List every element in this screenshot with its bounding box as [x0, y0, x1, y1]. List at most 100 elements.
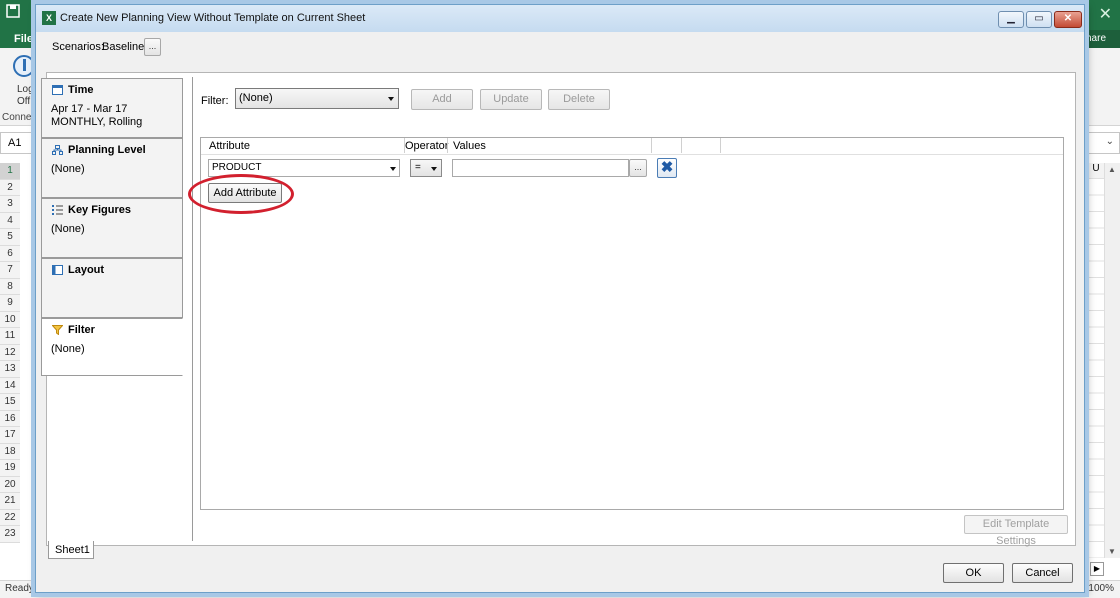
nav-title: Time [68, 84, 94, 96]
header-separator [201, 154, 1063, 155]
logoff-label: Log Off [17, 84, 34, 107]
row-header[interactable]: 17 [0, 427, 20, 444]
row-header[interactable]: 15 [0, 394, 20, 411]
row-header[interactable]: 21 [0, 493, 20, 510]
column-header-values: Values [453, 140, 486, 152]
maximize-button[interactable]: ▭ [1026, 11, 1052, 28]
nav-title: Planning Level [68, 144, 146, 156]
dialog-title-bar: X Create New Planning View Without Templ… [36, 5, 1084, 32]
row-header[interactable]: 12 [0, 344, 20, 361]
chevron-down-icon [390, 167, 396, 171]
nav-subtitle: Apr 17 - Mar 17 [51, 103, 128, 115]
dialog-close-button[interactable]: ✕ [1054, 11, 1082, 28]
nav-item-key-figures[interactable]: Key Figures (None) [41, 198, 183, 258]
chevron-down-icon[interactable]: ⌄ [1106, 136, 1114, 147]
nav-title: Filter [68, 324, 95, 336]
dialog-title: Create New Planning View Without Templat… [60, 12, 366, 24]
scroll-up-icon[interactable]: ▲ [1108, 165, 1116, 174]
row-header[interactable]: 14 [0, 377, 20, 394]
connection-group-label: Connec [2, 112, 37, 123]
vertical-scrollbar[interactable]: ▲ ▼ [1104, 163, 1120, 558]
attribute-value: PRODUCT [212, 162, 262, 173]
remove-attribute-button[interactable]: ✖ [657, 158, 677, 178]
funnel-icon [52, 325, 63, 335]
nav-item-time[interactable]: Time Apr 17 - Mar 17 MONTHLY, Rolling [41, 78, 183, 138]
operator-value: = [415, 162, 421, 173]
edit-template-settings-button[interactable]: Edit Template Settings [964, 515, 1068, 547]
layout-icon [52, 265, 63, 275]
column-header-attribute: Attribute [209, 140, 250, 152]
name-box[interactable]: A1 [0, 132, 34, 154]
calendar-icon [52, 85, 63, 95]
file-tab[interactable]: File [14, 33, 33, 45]
sheet-tab[interactable]: Sheet1 [48, 541, 94, 559]
nav-item-planning-level[interactable]: Planning Level (None) [41, 138, 183, 198]
operator-dropdown[interactable]: = [410, 159, 442, 177]
column-divider [404, 138, 405, 153]
ok-button[interactable]: OK [943, 563, 1004, 583]
row-header[interactable]: 16 [0, 410, 20, 427]
logoff-icon[interactable] [13, 55, 35, 77]
close-icon[interactable]: ✕ [1099, 4, 1112, 24]
row-header[interactable]: 10 [0, 311, 20, 328]
scroll-right-icon[interactable]: ▶ [1090, 562, 1104, 576]
highlight-annotation [188, 174, 294, 214]
row-header[interactable]: 2 [0, 179, 20, 196]
nav-item-filter[interactable]: Filter (None) [41, 318, 183, 376]
save-icon[interactable] [4, 4, 22, 22]
delete-filter-button[interactable]: Delete [548, 89, 610, 110]
row-header[interactable]: 22 [0, 509, 20, 526]
row-header[interactable]: 19 [0, 460, 20, 477]
column-header-u[interactable]: U [1088, 163, 1104, 178]
column-divider [447, 138, 448, 153]
row-header[interactable]: 3 [0, 196, 20, 213]
column-divider [681, 138, 682, 153]
scenarios-value: Baseline [102, 41, 145, 53]
nav-subtitle: (None) [51, 163, 85, 175]
minimize-button[interactable]: ▁ [998, 11, 1024, 28]
row-header[interactable]: 11 [0, 328, 20, 345]
column-divider [651, 138, 652, 153]
row-header[interactable]: 5 [0, 229, 20, 246]
delete-x-icon: ✖ [660, 159, 674, 176]
row-header[interactable]: 18 [0, 443, 20, 460]
nav-subtitle: MONTHLY, Rolling [51, 116, 143, 128]
column-divider [720, 138, 721, 153]
status-ready: Ready [5, 583, 34, 594]
row-header[interactable]: 9 [0, 295, 20, 312]
nav-title: Key Figures [68, 204, 131, 216]
row-headers: 1 2 3 4 5 6 7 8 9 10 11 12 13 14 15 16 17 18 19 20 21 22 23 [0, 163, 20, 543]
nav-item-layout[interactable]: Layout [41, 258, 183, 318]
row-header[interactable]: 6 [0, 245, 20, 262]
values-input[interactable] [452, 159, 629, 177]
zoom-level[interactable]: 100% [1088, 583, 1114, 594]
filter-label: Filter: [201, 95, 229, 107]
filter-selected-value: (None) [239, 92, 273, 104]
row-header[interactable]: 1 [0, 163, 20, 180]
filter-dropdown[interactable]: (None) [235, 88, 399, 109]
attribute-grid-header: Attribute Operator Values [200, 138, 1064, 154]
add-filter-button[interactable]: Add [411, 89, 473, 110]
update-filter-button[interactable]: Update [480, 89, 542, 110]
worksheet-grid[interactable] [1088, 178, 1104, 558]
nav-subtitle: (None) [51, 343, 85, 355]
row-header[interactable]: 23 [0, 526, 20, 543]
row-header[interactable]: 20 [0, 476, 20, 493]
column-header-operator: Operator [405, 140, 449, 152]
chevron-down-icon [431, 167, 437, 171]
values-browse-button[interactable]: ... [629, 159, 647, 177]
row-header[interactable]: 8 [0, 278, 20, 295]
row-header[interactable]: 4 [0, 212, 20, 229]
row-header[interactable]: 7 [0, 262, 20, 279]
nav-title: Layout [68, 264, 105, 276]
scenarios-browse-button[interactable]: ... [144, 38, 161, 56]
attribute-grid [200, 137, 1064, 510]
excel-logo-icon: X [42, 11, 56, 25]
list-icon [52, 205, 63, 215]
share-button[interactable]: hare [1084, 30, 1120, 48]
nav-subtitle: (None) [51, 223, 85, 235]
cancel-button[interactable]: Cancel [1012, 563, 1073, 583]
formula-bar-expand[interactable]: ⌄ [1084, 132, 1120, 154]
scroll-down-icon[interactable]: ▼ [1108, 547, 1116, 556]
row-header[interactable]: 13 [0, 361, 20, 378]
